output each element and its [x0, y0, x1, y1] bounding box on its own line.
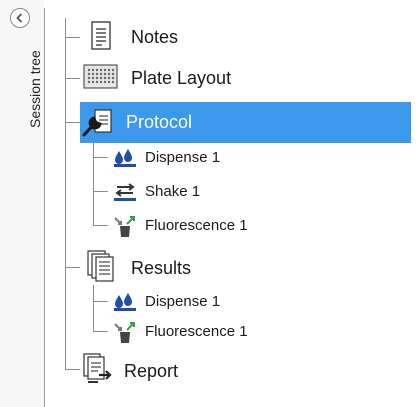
tree-item-label: Results: [131, 258, 192, 278]
results-children-line: [93, 285, 94, 332]
tree-item-label: Plate Layout: [131, 68, 232, 88]
fluorescence-icon: [114, 322, 135, 343]
tree-item-results-fluorescence-1[interactable]: Fluorescence 1: [111, 317, 331, 347]
tree-item-fluorescence-1[interactable]: Fluorescence 1: [111, 211, 331, 241]
session-tree-rail: Session tree: [0, 0, 44, 407]
tree-branch: [93, 191, 108, 192]
tree-branch: [93, 157, 108, 158]
tree-item-label: Fluorescence 1: [145, 323, 248, 340]
results-pages-icon: [87, 250, 114, 282]
chevron-left-icon: [16, 13, 23, 23]
notes-document-icon: [91, 21, 111, 50]
tree-branch: [65, 267, 80, 268]
session-tree: Notes Plate Layout Protocol Dispense 1 S…: [45, 0, 417, 407]
tree-item-protocol[interactable]: Protocol: [80, 102, 411, 143]
tree-root-line: [65, 18, 66, 370]
tree-branch: [65, 122, 80, 123]
collapse-panel-button[interactable]: [10, 8, 30, 28]
plate-grid-icon: [83, 64, 118, 89]
tree-item-plate-layout[interactable]: Plate Layout: [83, 63, 303, 95]
tree-branch: [65, 369, 80, 370]
tree-item-notes[interactable]: Notes: [83, 21, 283, 53]
tree-item-label: Report: [124, 361, 179, 381]
tree-item-label: Dispense 1: [145, 293, 221, 310]
tree-branch: [93, 301, 108, 302]
tree-item-label: Protocol: [126, 112, 193, 132]
tree-branch: [93, 225, 108, 226]
tree-branch: [65, 37, 80, 38]
session-tree-title: Session tree: [27, 50, 43, 128]
wrench-protocol-icon: [82, 109, 112, 137]
fluorescence-icon: [114, 216, 135, 237]
tree-item-results[interactable]: Results: [83, 250, 283, 284]
tree-branch: [65, 78, 80, 79]
tree-item-label: Fluorescence 1: [145, 217, 248, 234]
protocol-children-line: [93, 140, 94, 226]
tree-item-report[interactable]: Report: [83, 353, 283, 387]
tree-item-label: Dispense 1: [145, 149, 221, 166]
dispense-drops-icon: [114, 293, 136, 311]
shake-arrows-icon: [114, 183, 136, 201]
tree-item-label: Shake 1: [145, 183, 201, 200]
tree-branch: [93, 331, 108, 332]
report-export-icon: [83, 353, 112, 383]
dispense-drops-icon: [114, 149, 136, 167]
tree-item-label: Notes: [131, 27, 179, 47]
tree-item-dispense-1[interactable]: Dispense 1: [111, 143, 311, 173]
tree-item-shake-1[interactable]: Shake 1: [111, 177, 311, 207]
tree-item-results-dispense-1[interactable]: Dispense 1: [111, 287, 311, 317]
